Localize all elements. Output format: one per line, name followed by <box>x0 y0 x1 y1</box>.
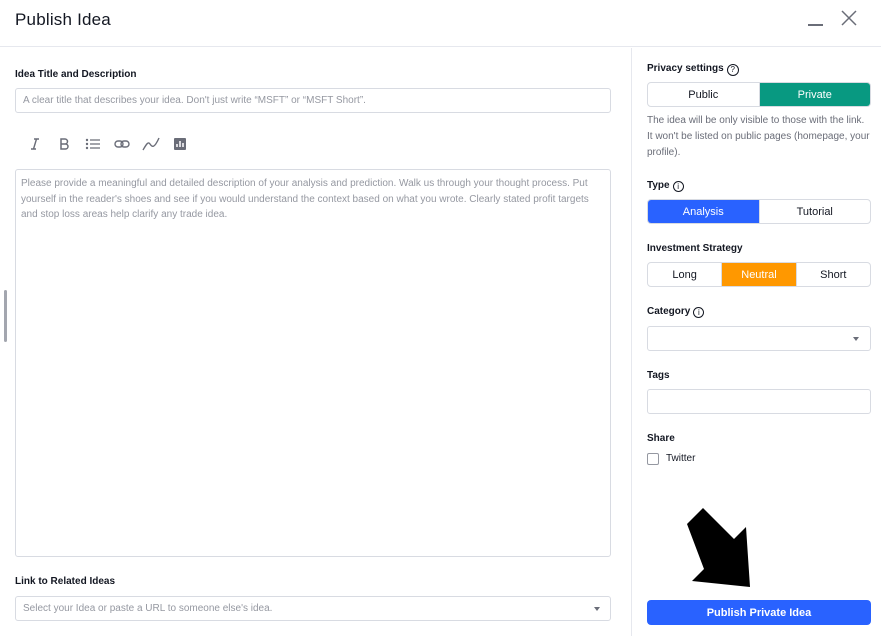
type-label-text: Type <box>647 180 670 191</box>
type-analysis-option[interactable]: Analysis <box>648 200 759 223</box>
editor-toolbar <box>20 134 194 154</box>
tags-input[interactable] <box>647 389 871 414</box>
chart-icon[interactable] <box>165 134 194 154</box>
privacy-settings-label-text: Privacy settings <box>647 63 724 74</box>
category-label: Category i <box>647 306 705 318</box>
type-label: Type i <box>647 180 684 192</box>
chevron-down-icon <box>853 337 859 341</box>
privacy-toggle: Public Private <box>647 82 871 107</box>
share-label: Share <box>647 433 675 444</box>
publish-button[interactable]: Publish Private Idea <box>647 600 871 625</box>
close-icon[interactable] <box>840 9 858 27</box>
type-toggle: Analysis Tutorial <box>647 199 871 224</box>
tags-label: Tags <box>647 370 670 381</box>
twitter-label: Twitter <box>666 453 696 464</box>
help-icon[interactable]: ? <box>726 64 739 76</box>
strategy-long-option[interactable]: Long <box>648 263 721 286</box>
idea-description-textarea[interactable]: Please provide a meaningful and detailed… <box>15 169 611 557</box>
idea-content-panel: Idea Title and Description A clear title… <box>0 48 630 636</box>
privacy-public-option[interactable]: Public <box>648 83 759 106</box>
dialog-header: Publish Idea <box>0 0 881 47</box>
panel-resize-handle[interactable] <box>4 290 7 342</box>
list-icon[interactable] <box>78 134 107 154</box>
privacy-private-option[interactable]: Private <box>758 83 870 106</box>
minimize-icon[interactable] <box>806 10 824 28</box>
related-ideas-select[interactable]: Select your Idea or paste a URL to someo… <box>15 596 611 621</box>
pointer-arrow-icon <box>687 508 750 587</box>
link-icon[interactable] <box>107 134 136 154</box>
drawing-icon[interactable] <box>136 134 165 154</box>
twitter-checkbox[interactable] <box>647 453 659 465</box>
strategy-short-option[interactable]: Short <box>795 263 870 286</box>
idea-title-label: Idea Title and Description <box>15 69 137 80</box>
info-icon[interactable]: i <box>672 181 684 192</box>
privacy-description: The idea will be only visible to those w… <box>647 115 870 158</box>
chevron-down-icon <box>594 607 600 611</box>
investment-strategy-label: Investment Strategy <box>647 243 743 254</box>
idea-title-input[interactable]: A clear title that describes your idea. … <box>15 88 611 113</box>
related-ideas-placeholder: Select your Idea or paste a URL to someo… <box>23 603 273 614</box>
info-icon[interactable]: i <box>693 307 705 318</box>
type-tutorial-option[interactable]: Tutorial <box>758 200 871 223</box>
italic-icon[interactable] <box>20 134 49 154</box>
privacy-settings-label: Privacy settings? <box>647 63 739 76</box>
bold-icon[interactable] <box>49 134 78 154</box>
strategy-neutral-option[interactable]: Neutral <box>721 263 796 286</box>
category-label-text: Category <box>647 306 691 317</box>
idea-description-placeholder: Please provide a meaningful and detailed… <box>21 178 589 220</box>
dialog-title: Publish Idea <box>15 10 111 29</box>
category-select[interactable] <box>647 326 871 351</box>
related-ideas-label: Link to Related Ideas <box>15 576 116 587</box>
idea-title-placeholder: A clear title that describes your idea. … <box>23 95 366 106</box>
strategy-toggle: Long Neutral Short <box>647 262 871 287</box>
